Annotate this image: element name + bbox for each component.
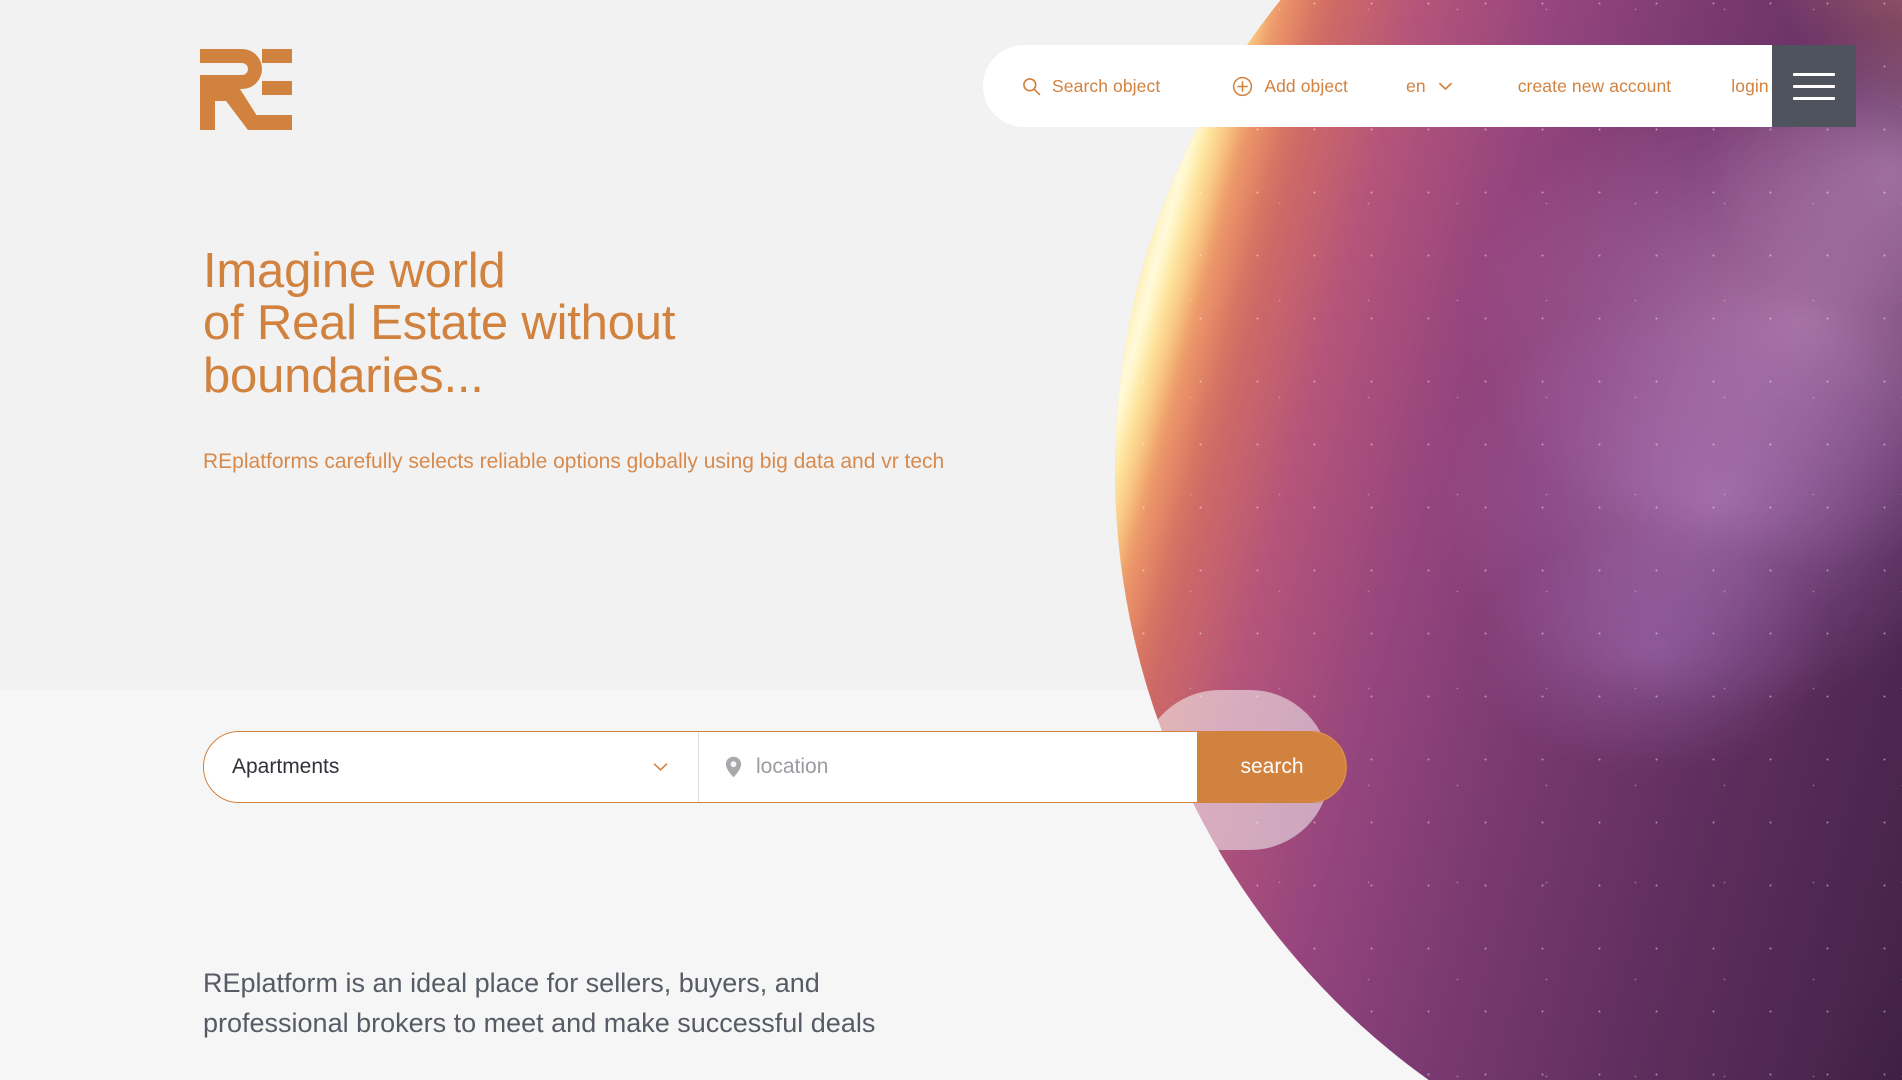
nav-create-account[interactable]: create new account xyxy=(1516,70,1674,103)
plus-circle-icon xyxy=(1233,76,1253,96)
re-logo-icon xyxy=(200,49,292,130)
hamburger-bar xyxy=(1793,84,1835,88)
intro-blurb-line-1: REplatform is an ideal place for sellers… xyxy=(203,968,820,998)
nav-login[interactable]: login xyxy=(1729,70,1770,103)
hero-title-line-2: of Real Estate without xyxy=(203,296,676,351)
site-header: Search object Add object en create new a… xyxy=(0,0,1902,185)
category-select[interactable]: Apartments xyxy=(204,732,699,802)
search-submit-button[interactable]: search xyxy=(1197,732,1346,802)
nav-add-object[interactable]: Add object xyxy=(1230,70,1350,103)
property-search-bar: Apartments search xyxy=(203,731,1347,803)
intro-blurb: REplatform is an ideal place for sellers… xyxy=(203,963,1063,1043)
hero-section: Imagine world of Real Estate without bou… xyxy=(203,245,963,479)
nav-search-object-label: Search object xyxy=(1052,75,1161,96)
hero-title: Imagine world of Real Estate without bou… xyxy=(203,244,963,403)
brand-logo[interactable] xyxy=(200,45,292,130)
hamburger-bar xyxy=(1793,96,1835,100)
hero-title-line-3: boundaries... xyxy=(203,348,484,403)
hero-subtitle: REplatforms carefully selects reliable o… xyxy=(203,446,948,479)
nav-login-label: login xyxy=(1731,75,1769,96)
language-selector[interactable]: en xyxy=(1404,70,1454,103)
chevron-down-icon xyxy=(653,763,668,771)
nav-search-object[interactable]: Search object xyxy=(1020,70,1162,103)
search-icon xyxy=(1023,77,1041,95)
category-select-value: Apartments xyxy=(232,755,340,778)
nav-add-object-label: Add object xyxy=(1264,75,1349,96)
language-selector-value: en xyxy=(1406,75,1426,96)
chevron-down-icon xyxy=(1438,82,1452,90)
hero-subtitle-line-2: and vr tech xyxy=(840,450,945,474)
main-navigation: Search object Add object en create new a… xyxy=(983,45,1799,127)
hero-subtitle-line-1: REplatforms carefully selects reliable o… xyxy=(203,450,835,474)
hero-title-line-1: Imagine world xyxy=(203,244,506,298)
location-pin-icon xyxy=(725,756,742,778)
hamburger-menu-button[interactable] xyxy=(1772,45,1856,127)
nav-create-account-label: create new account xyxy=(1517,75,1672,96)
location-field-wrapper xyxy=(699,732,1197,802)
hamburger-bar xyxy=(1793,72,1835,76)
intro-blurb-line-2: professional brokers to meet and make su… xyxy=(203,1008,876,1039)
location-input[interactable] xyxy=(756,732,1171,802)
